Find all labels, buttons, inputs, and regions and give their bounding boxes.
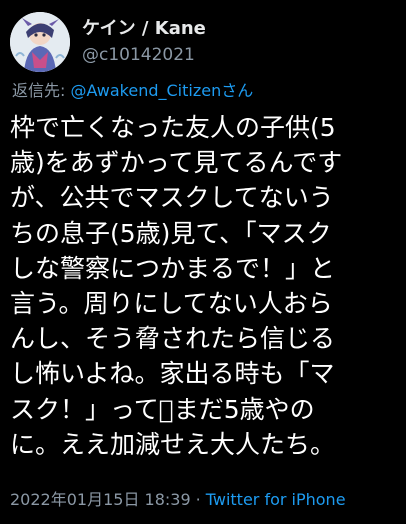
avatar[interactable] bbox=[10, 12, 70, 72]
tweet-text-line: んし、そう脅されたら信じる bbox=[10, 324, 336, 354]
tweet-footer: 2022年01月15日 18:39 · Twitter for iPhone bbox=[10, 489, 346, 511]
tweet-timestamp[interactable]: 2022年01月15日 18:39 bbox=[10, 490, 191, 509]
reply-to-suffix: さん bbox=[221, 81, 254, 100]
tweet-text-line: に。ええ加減せえ大人たち。 bbox=[10, 429, 336, 459]
tweet-source-link[interactable]: Twitter for iPhone bbox=[206, 490, 346, 509]
tweet-text: 枠で亡くなった友人の子供(5 歳)をあずかって見てるんです が、公共でマスクして… bbox=[10, 110, 398, 462]
tweet-text-line: 枠で亡くなった友人の子供(5 bbox=[10, 113, 336, 142]
display-name[interactable]: ケイン / Kane bbox=[82, 17, 206, 41]
footer-separator: · bbox=[195, 490, 201, 509]
reply-to-prefix: 返信先: bbox=[12, 81, 71, 100]
tweet-text-line: 歳)をあずかって見てるんです bbox=[10, 148, 343, 178]
avatar-illustration-icon bbox=[10, 12, 70, 72]
user-handle[interactable]: @c10142021 bbox=[82, 43, 206, 67]
tweet: ケイン / Kane @c10142021 返信先: @Awakend_Citi… bbox=[0, 0, 406, 524]
tweet-header: ケイン / Kane @c10142021 bbox=[10, 10, 206, 74]
tweet-text-line: しな警察につかまるで！」と bbox=[10, 253, 336, 283]
tweet-text-line: 言う。周りにしてない人おら bbox=[10, 289, 333, 319]
tweet-text-line: し怖いよね。家出る時も「マ bbox=[10, 359, 335, 389]
tweet-text-line: が、公共でマスクしてないう bbox=[10, 183, 334, 213]
user-names: ケイン / Kane @c10142021 bbox=[82, 17, 206, 67]
tweet-text-line: ちの息子(5歳)見て、「マスク bbox=[10, 218, 332, 248]
reply-to-mention[interactable]: @Awakend_Citizen bbox=[70, 81, 221, 100]
tweet-text-line: スク！」って􏿾まだ5歳やの bbox=[10, 394, 315, 424]
reply-to: 返信先: @Awakend_Citizenさん bbox=[12, 80, 253, 102]
